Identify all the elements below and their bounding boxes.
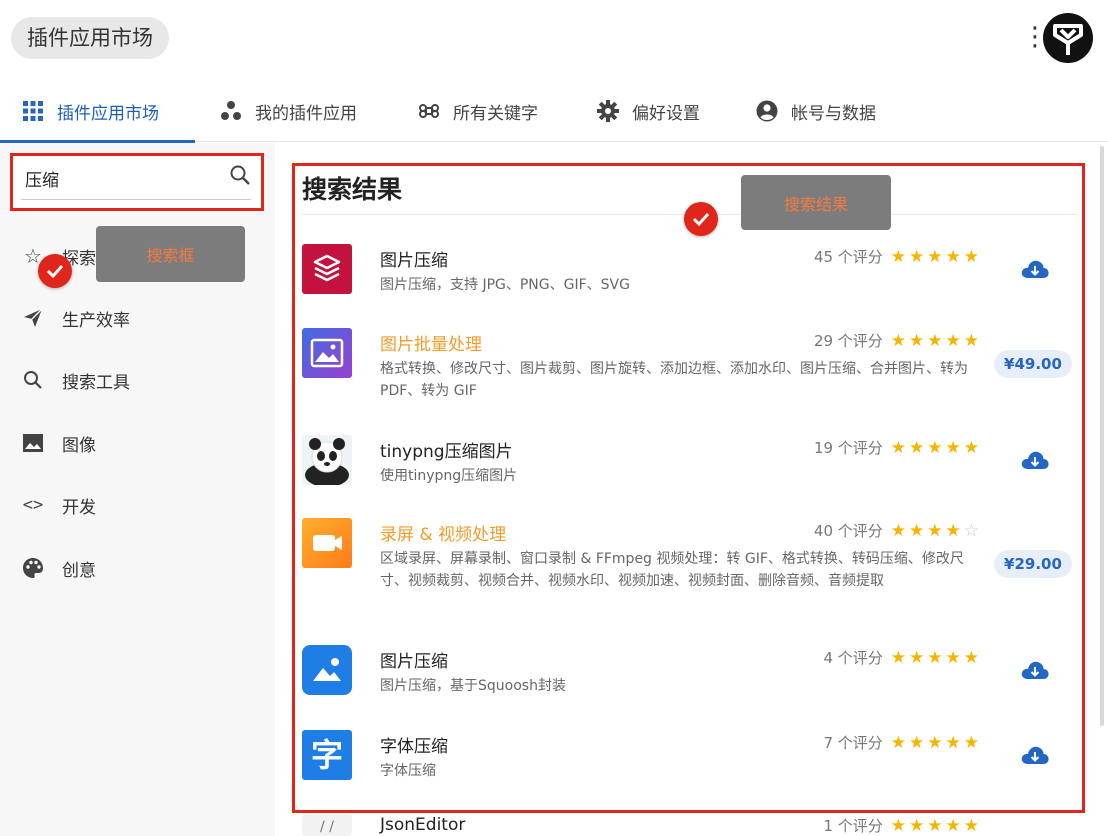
account-icon bbox=[756, 100, 778, 122]
list-item[interactable]: tinypng压缩图片 使用tinypng压缩图片 19 个评分 ★★★★★ bbox=[302, 435, 1082, 495]
search-box-callout: 搜索框 bbox=[96, 226, 245, 282]
tab-preferences[interactable]: 偏好设置 bbox=[597, 80, 700, 142]
item-name: 图片压缩 bbox=[380, 652, 448, 672]
more-vert-icon[interactable]: ⋮ bbox=[1022, 22, 1048, 56]
sidebar-item-dev[interactable]: <> 开发 bbox=[20, 490, 96, 520]
stars: ★★★★★ bbox=[890, 816, 982, 836]
page-title: 插件应用市场 bbox=[11, 17, 169, 59]
panda-icon bbox=[302, 435, 352, 485]
sidebar-item-label: 创意 bbox=[62, 560, 96, 581]
item-rating: 40 个评分 ★★★★☆ bbox=[813, 521, 982, 541]
logo[interactable] bbox=[1043, 13, 1093, 63]
item-rating: 1 个评分 ★★★★★ bbox=[823, 816, 982, 836]
item-desc: 使用tinypng压缩图片 bbox=[380, 468, 518, 484]
sidebar-item-creative[interactable]: 创意 bbox=[20, 553, 96, 583]
item-desc: 字体压缩 bbox=[380, 763, 436, 779]
tab-label: 插件应用市场 bbox=[57, 103, 159, 124]
search-box-highlight: 压缩 bbox=[10, 153, 264, 211]
list-item[interactable]: 图片批量处理 格式转换、修改尺寸、图片裁剪、图片旋转、添加边框、添加水印、图片压… bbox=[302, 328, 1082, 408]
item-name: 录屏 & 视频处理 bbox=[380, 525, 507, 545]
results-callout: 搜索结果 bbox=[741, 175, 891, 230]
video-camera-icon bbox=[302, 518, 352, 568]
send-icon bbox=[20, 305, 46, 331]
sidebar: 压缩 ☆ 探索 生产效率 搜索工具 图像 <> 开发 创意 搜索框 bbox=[0, 143, 275, 836]
header: 插件应用市场 ⋮ bbox=[0, 0, 1108, 80]
tab-marketplace[interactable]: 插件应用市场 bbox=[22, 80, 159, 142]
item-rating: 7 个评分 ★★★★★ bbox=[823, 733, 982, 753]
item-name: tinypng压缩图片 bbox=[380, 442, 513, 462]
download-cloud-icon[interactable] bbox=[1020, 659, 1050, 683]
tab-my-plugins[interactable]: 我的插件应用 bbox=[220, 80, 357, 142]
stars: ★★★★☆ bbox=[890, 521, 982, 541]
tab-label: 帐号与数据 bbox=[791, 103, 876, 124]
search-input[interactable]: 压缩 bbox=[21, 164, 251, 200]
palette-icon bbox=[20, 555, 46, 581]
results-title: 搜索结果 bbox=[302, 175, 403, 204]
item-desc: 图片压缩，基于Squoosh封装 bbox=[380, 678, 566, 694]
list-item[interactable]: / / JsonEditor 1 个评分 ★★★★★ bbox=[302, 815, 1082, 836]
json-icon: / / bbox=[302, 815, 352, 836]
sidebar-item-image[interactable]: 图像 bbox=[20, 428, 96, 458]
font-char-icon: 字 bbox=[302, 730, 352, 780]
item-name: 图片压缩 bbox=[380, 251, 448, 271]
list-item[interactable]: 图片压缩 图片压缩，基于Squoosh封装 4 个评分 ★★★★★ bbox=[302, 645, 1082, 705]
item-rating: 29 个评分 ★★★★★ bbox=[813, 331, 982, 351]
price-button[interactable]: ¥29.00 bbox=[994, 550, 1072, 578]
list-item[interactable]: 字 字体压缩 字体压缩 7 个评分 ★★★★★ bbox=[302, 730, 1082, 790]
list-item[interactable]: 图片压缩 图片压缩，支持 JPG、PNG、GIF、SVG 45 个评分 ★★★★★ bbox=[302, 244, 1082, 304]
image-icon bbox=[20, 430, 46, 456]
price-button[interactable]: ¥49.00 bbox=[994, 350, 1072, 378]
download-cloud-icon[interactable] bbox=[1020, 258, 1050, 282]
item-desc: 图片压缩，支持 JPG、PNG、GIF、SVG bbox=[380, 277, 630, 293]
sidebar-item-search-tools[interactable]: 搜索工具 bbox=[20, 365, 130, 395]
app-logo-icon bbox=[1053, 24, 1083, 55]
stars: ★★★★★ bbox=[890, 247, 982, 267]
sidebar-item-label: 搜索工具 bbox=[62, 372, 130, 393]
sidebar-item-label: 生产效率 bbox=[62, 310, 130, 331]
tab-keywords[interactable]: 所有关键字 bbox=[418, 80, 538, 142]
sidebar-item-productivity[interactable]: 生产效率 bbox=[20, 303, 130, 333]
list-item[interactable]: 录屏 & 视频处理 区域录屏、屏幕录制、窗口录制 & FFmpeg 视频处理：转… bbox=[302, 518, 1082, 618]
layers-icon bbox=[302, 244, 352, 294]
tab-bar: 插件应用市场 我的插件应用 所有关键字 偏好设置 帐号与数据 bbox=[0, 80, 1108, 143]
stars: ★★★★★ bbox=[890, 733, 982, 753]
tab-label: 我的插件应用 bbox=[255, 103, 357, 124]
check-badge-icon bbox=[684, 202, 718, 236]
check-badge-icon bbox=[38, 254, 72, 288]
gear-icon bbox=[597, 100, 619, 122]
stars: ★★★★★ bbox=[890, 438, 982, 458]
item-name: 图片批量处理 bbox=[380, 335, 482, 355]
item-desc: 格式转换、修改尺寸、图片裁剪、图片旋转、添加边框、添加水印、图片压缩、合并图片、… bbox=[380, 361, 968, 399]
search-icon[interactable] bbox=[229, 164, 251, 186]
command-icon bbox=[418, 100, 440, 122]
item-rating: 45 个评分 ★★★★★ bbox=[813, 247, 982, 267]
sidebar-item-label: 开发 bbox=[62, 497, 96, 518]
search-icon bbox=[20, 367, 46, 393]
sidebar-item-label: 图像 bbox=[62, 435, 96, 456]
tab-label: 偏好设置 bbox=[632, 103, 700, 124]
item-rating: 4 个评分 ★★★★★ bbox=[823, 648, 982, 668]
item-name: 字体压缩 bbox=[380, 737, 448, 757]
picture-icon bbox=[302, 328, 352, 378]
item-rating: 19 个评分 ★★★★★ bbox=[813, 438, 982, 458]
stars: ★★★★★ bbox=[890, 331, 982, 351]
code-icon: <> bbox=[22, 495, 44, 515]
apps-dots-icon bbox=[220, 100, 242, 122]
item-desc: 区域录屏、屏幕录制、窗口录制 & FFmpeg 视频处理：转 GIF、格式转换、… bbox=[380, 551, 964, 589]
scrollbar[interactable] bbox=[1100, 146, 1104, 726]
download-cloud-icon[interactable] bbox=[1020, 744, 1050, 768]
tab-account[interactable]: 帐号与数据 bbox=[756, 80, 876, 142]
grid-icon bbox=[22, 100, 44, 122]
download-cloud-icon[interactable] bbox=[1020, 449, 1050, 473]
item-name: JsonEditor bbox=[380, 815, 466, 835]
tab-label: 所有关键字 bbox=[453, 103, 538, 124]
cloud-image-icon bbox=[302, 645, 352, 695]
stars: ★★★★★ bbox=[890, 648, 982, 668]
